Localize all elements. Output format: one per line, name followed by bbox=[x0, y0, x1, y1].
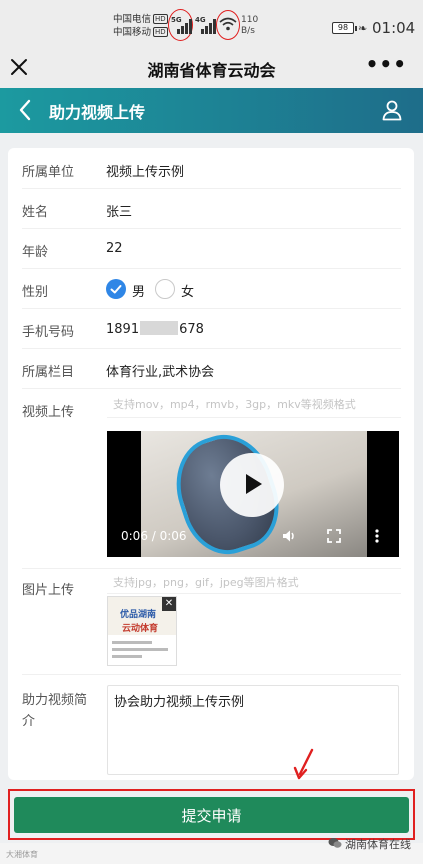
hd-badge-1: HD bbox=[153, 14, 168, 24]
phone-row: 手机号码 1891 678 bbox=[22, 309, 401, 349]
play-button[interactable] bbox=[220, 453, 284, 517]
thumb-close-icon[interactable]: ✕ bbox=[162, 597, 176, 611]
watermark-right: 湖南体育在线 bbox=[328, 836, 411, 852]
page-header: 助力视频上传 bbox=[0, 88, 423, 133]
image-hint-divider bbox=[107, 593, 401, 594]
column-row: 所属栏目 体育行业,武术协会 bbox=[22, 349, 401, 389]
net-speed: 110 B/s bbox=[241, 15, 258, 37]
video-hint[interactable]: 支持mov，mp4，rmvb，3gp，mkv等视频格式 bbox=[113, 396, 356, 412]
phone-value[interactable]: 1891 678 bbox=[106, 321, 204, 337]
image-divider bbox=[22, 674, 401, 675]
watermark-right-text: 湖南体育在线 bbox=[345, 838, 411, 851]
wechat-icon bbox=[328, 838, 342, 848]
gender-female-label: 女 bbox=[181, 285, 195, 300]
gender-male-label: 男 bbox=[132, 285, 146, 300]
wifi-icon bbox=[219, 17, 237, 31]
unit-label: 所属单位 bbox=[22, 165, 75, 180]
watermark-left: 大湘体育 bbox=[6, 850, 38, 859]
page-title: 助力视频上传 bbox=[49, 103, 146, 122]
gender-label: 性别 bbox=[22, 285, 49, 300]
submit-highlight: 提交申请 bbox=[8, 789, 415, 840]
eco-leaf-icon: ❧ bbox=[358, 22, 368, 35]
name-value[interactable]: 张三 bbox=[106, 201, 132, 220]
video-divider bbox=[22, 568, 401, 569]
phone-mask bbox=[140, 321, 179, 335]
video-label: 视频上传 bbox=[22, 405, 75, 420]
intro-label-line1: 助力视频简 bbox=[22, 693, 88, 708]
age-row: 年龄 22 bbox=[22, 229, 401, 269]
check-icon bbox=[110, 285, 122, 294]
volume-icon[interactable] bbox=[281, 528, 297, 544]
fullscreen-icon[interactable] bbox=[326, 528, 342, 544]
gender-male-radio[interactable] bbox=[106, 279, 126, 299]
phone-prefix: 1891 bbox=[106, 322, 140, 337]
annotation-arrow-icon bbox=[293, 748, 314, 780]
back-icon[interactable] bbox=[14, 98, 38, 122]
net-speed-unit: B/s bbox=[241, 26, 255, 36]
more-icon[interactable]: ••• bbox=[366, 52, 407, 76]
unit-value[interactable]: 视频上传示例 bbox=[106, 161, 184, 180]
thumb-line bbox=[112, 655, 142, 658]
wechat-nav-bar: 湖南省体育云动会 ••• bbox=[0, 46, 423, 88]
intro-textarea[interactable]: 协会助力视频上传示例 bbox=[107, 685, 399, 775]
phone-suffix: 678 bbox=[179, 322, 204, 337]
thumb-line bbox=[112, 641, 152, 644]
video-time: 0:06 / 0:06 bbox=[121, 529, 187, 543]
age-value[interactable]: 22 bbox=[106, 241, 123, 256]
image-label: 图片上传 bbox=[22, 583, 75, 598]
name-label: 姓名 bbox=[22, 205, 49, 220]
column-value[interactable]: 体育行业,武术协会 bbox=[106, 361, 214, 380]
unit-row: 所属单位 视频上传示例 bbox=[22, 149, 401, 189]
carrier-2: 中国移动 bbox=[113, 27, 152, 38]
battery-icon: 98 bbox=[332, 22, 357, 34]
status-bar: 中国电信 HD 中国移动 HD 5G 4G 110 B/s 98 ❧ 01:04 bbox=[0, 0, 423, 46]
carrier-info: 中国电信 HD 中国移动 HD bbox=[113, 13, 168, 39]
thumb-text-2: 云动体育 bbox=[122, 624, 159, 634]
wechat-title: 湖南省体育云动会 bbox=[147, 61, 276, 80]
column-label: 所属栏目 bbox=[22, 365, 75, 380]
thumb-text-1: 优品湖南 bbox=[120, 610, 157, 620]
gender-row: 性别 男 女 bbox=[22, 269, 401, 309]
net-speed-value: 110 bbox=[241, 15, 259, 25]
carrier-1: 中国电信 bbox=[113, 14, 152, 25]
phone-label: 手机号码 bbox=[22, 325, 75, 340]
hd-badge-2: HD bbox=[153, 27, 168, 37]
play-icon bbox=[246, 474, 262, 494]
signal-icon-2 bbox=[201, 18, 216, 34]
signal-icon-1 bbox=[177, 18, 192, 34]
image-thumbnail[interactable]: 优品湖南 云动体育 ✕ bbox=[107, 596, 177, 666]
video-hint-divider bbox=[107, 417, 401, 418]
status-time: 01:04 bbox=[372, 19, 416, 37]
name-row: 姓名 张三 bbox=[22, 189, 401, 229]
thumb-line bbox=[112, 648, 168, 651]
user-icon[interactable] bbox=[381, 99, 403, 121]
gender-female-radio[interactable] bbox=[155, 279, 175, 299]
image-hint[interactable]: 支持jpg，png，gif，jpeg等图片格式 bbox=[113, 574, 299, 590]
video-more-icon[interactable] bbox=[369, 528, 385, 544]
age-label: 年龄 bbox=[22, 245, 49, 260]
intro-label-line2: 介 bbox=[22, 714, 36, 729]
video-player[interactable]: 0:06 / 0:06 bbox=[107, 431, 399, 557]
submit-button[interactable]: 提交申请 bbox=[14, 797, 409, 833]
